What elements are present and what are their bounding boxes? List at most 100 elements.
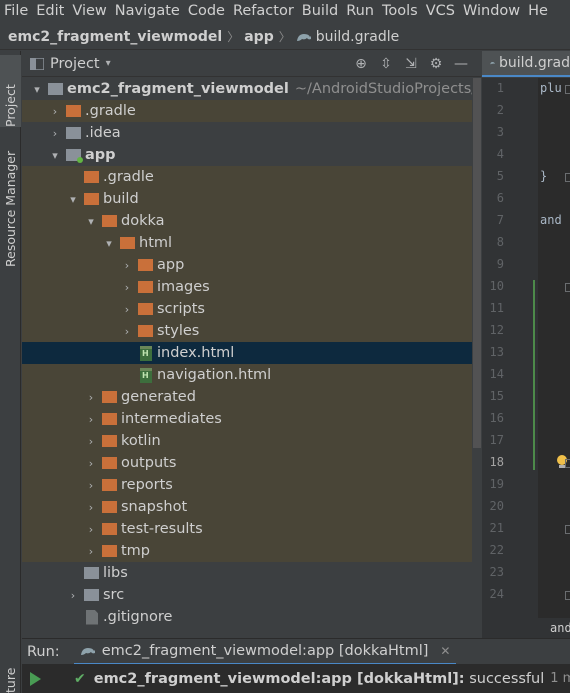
- breadcrumb-module[interactable]: app: [244, 29, 274, 45]
- tree-item-label: .idea: [85, 125, 121, 141]
- chevron-right-icon[interactable]: ›: [120, 303, 134, 316]
- tree-item[interactable]: ▾ emc2_fragment_viewmodel ~/AndroidStudioP…: [22, 78, 472, 100]
- fold-marker-icon[interactable]: [565, 85, 570, 94]
- tree-item-label: dokka: [121, 213, 165, 229]
- fold-marker-icon[interactable]: [565, 283, 570, 292]
- tree-item[interactable]: index.html: [22, 342, 472, 364]
- editor-tab-build-gradle[interactable]: build.grad: [482, 51, 570, 77]
- rerun-play-icon[interactable]: [30, 671, 41, 686]
- project-tool-tab[interactable]: Project: [0, 55, 21, 127]
- locate-crosshair-icon[interactable]: ⊕: [353, 56, 369, 72]
- run-duration: 1 min, 1 se: [550, 671, 570, 686]
- folder-icon: [138, 259, 153, 271]
- tree-item-label: scripts: [157, 301, 205, 317]
- tree-item[interactable]: navigation.html: [22, 364, 472, 386]
- menu-code[interactable]: Code: [184, 0, 229, 22]
- line-number: 6: [496, 191, 504, 205]
- chevron-right-icon[interactable]: ›: [120, 325, 134, 338]
- tree-item[interactable]: › .idea: [22, 122, 472, 144]
- tree-item[interactable]: › reports: [22, 474, 472, 496]
- tree-item[interactable]: › src: [22, 584, 472, 606]
- tree-scrollbar[interactable]: [473, 78, 481, 448]
- chevron-down-icon[interactable]: ▾: [84, 215, 98, 228]
- menu-refactor[interactable]: Refactor: [229, 0, 298, 22]
- chevron-down-icon[interactable]: ▾: [30, 83, 44, 96]
- folder-icon: [102, 391, 117, 403]
- project-view-selector[interactable]: Project ▾: [30, 56, 111, 72]
- line-number: 9: [496, 257, 504, 271]
- line-number: 7: [496, 213, 504, 227]
- chevron-right-icon[interactable]: ›: [84, 457, 98, 470]
- tree-item[interactable]: ▾ html: [22, 232, 472, 254]
- menu-he[interactable]: He: [524, 0, 552, 22]
- line-number: 20: [489, 499, 504, 513]
- gear-icon[interactable]: ⚙: [428, 56, 444, 72]
- chevron-right-icon[interactable]: ›: [48, 127, 62, 140]
- chevron-right-icon[interactable]: ›: [84, 501, 98, 514]
- structure-tab-label: ture: [3, 667, 18, 693]
- tree-item[interactable]: ▾ build: [22, 188, 472, 210]
- chevron-right-icon[interactable]: ›: [84, 545, 98, 558]
- tree-item[interactable]: › intermediates: [22, 408, 472, 430]
- tree-item[interactable]: .gradle: [22, 166, 472, 188]
- chevron-right-icon[interactable]: ›: [84, 413, 98, 426]
- chevron-right-icon[interactable]: ›: [84, 391, 98, 404]
- code-line-7: and: [540, 213, 562, 227]
- tree-item[interactable]: ▾ app: [22, 144, 472, 166]
- fold-marker-icon[interactable]: [565, 591, 570, 600]
- run-panel-label: Run:: [27, 643, 60, 660]
- menu-file[interactable]: File: [0, 0, 32, 22]
- structure-tool-tab[interactable]: ture: [0, 661, 21, 693]
- menu-edit[interactable]: Edit: [32, 0, 68, 22]
- tree-item[interactable]: › styles: [22, 320, 472, 342]
- tree-item[interactable]: › kotlin: [22, 430, 472, 452]
- chevron-right-icon[interactable]: ›: [120, 281, 134, 294]
- tree-item[interactable]: › generated: [22, 386, 472, 408]
- breadcrumb-file[interactable]: build.gradle: [296, 29, 399, 45]
- close-icon[interactable]: ✕: [440, 644, 450, 658]
- code-line-5: }: [540, 169, 548, 183]
- chevron-down-icon[interactable]: ▾: [66, 193, 80, 206]
- tree-item[interactable]: › images: [22, 276, 472, 298]
- chevron-down-icon[interactable]: ▾: [102, 237, 116, 250]
- chevron-down-icon[interactable]: ▾: [48, 149, 62, 162]
- chevron-right-icon[interactable]: ›: [84, 479, 98, 492]
- tree-item[interactable]: › outputs: [22, 452, 472, 474]
- chevron-right-icon[interactable]: ›: [84, 435, 98, 448]
- menu-view[interactable]: View: [68, 0, 110, 22]
- fold-marker-icon[interactable]: [565, 173, 570, 182]
- tree-item[interactable]: › tmp: [22, 540, 472, 562]
- chevron-right-icon[interactable]: ›: [48, 105, 62, 118]
- success-check-icon: ✔: [74, 670, 86, 687]
- breadcrumb-project[interactable]: emc2_fragment_viewmodel: [8, 29, 222, 45]
- menu-run[interactable]: Run: [342, 0, 378, 22]
- minimize-icon[interactable]: —: [453, 56, 469, 72]
- tree-item[interactable]: › snapshot: [22, 496, 472, 518]
- run-result-message[interactable]: emc2_fragment_viewmodel:app [dokkaHtml]:…: [94, 671, 545, 687]
- tree-item[interactable]: › test-results: [22, 518, 472, 540]
- tree-item[interactable]: libs: [22, 562, 472, 584]
- tree-item[interactable]: .gitignore: [22, 606, 472, 628]
- tree-item[interactable]: › .gradle: [22, 100, 472, 122]
- menu-vcs[interactable]: VCS: [422, 0, 459, 22]
- menu-tools[interactable]: Tools: [378, 0, 422, 22]
- collapse-all-icon[interactable]: ⇲: [403, 56, 419, 72]
- editor-tab-label: build.grad: [499, 55, 570, 71]
- menu-window[interactable]: Window: [459, 0, 524, 22]
- chevron-right-icon[interactable]: ›: [84, 523, 98, 536]
- menu-build[interactable]: Build: [298, 0, 342, 22]
- tree-item[interactable]: › scripts: [22, 298, 472, 320]
- menu-navigate[interactable]: Navigate: [111, 0, 184, 22]
- tree-item-label: styles: [157, 323, 200, 339]
- editor-code-area[interactable]: plu } and: [538, 78, 570, 618]
- chevron-right-icon[interactable]: ›: [120, 259, 134, 272]
- chevron-right-icon[interactable]: ›: [66, 589, 80, 602]
- fold-marker-icon[interactable]: [565, 525, 570, 534]
- resource-manager-tool-tab[interactable]: Resource Manager: [0, 137, 21, 267]
- run-tab[interactable]: emc2_fragment_viewmodel:app [dokkaHtml] …: [73, 639, 457, 664]
- resource-manager-tab-label: Resource Manager: [3, 150, 18, 267]
- expand-all-icon[interactable]: ⇳: [378, 56, 394, 72]
- tree-item[interactable]: ▾ dokka: [22, 210, 472, 232]
- fold-marker-icon[interactable]: [565, 459, 570, 468]
- tree-item[interactable]: › app: [22, 254, 472, 276]
